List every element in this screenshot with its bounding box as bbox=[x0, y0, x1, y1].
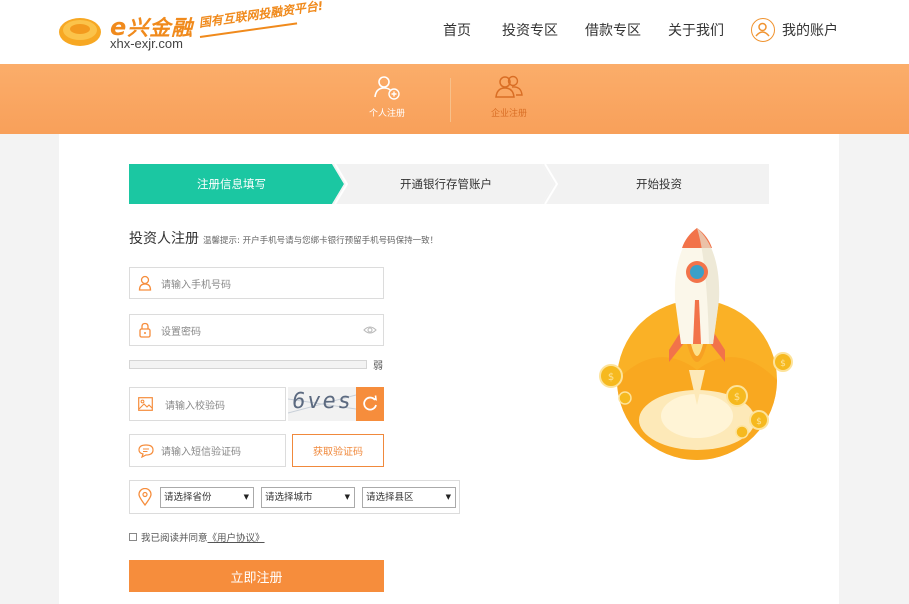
coin-icon bbox=[735, 425, 749, 439]
form-hint: 温馨提示: 开户手机号请与您绑卡银行预留手机号码保持一致！ bbox=[203, 236, 439, 246]
location-pin-icon bbox=[138, 488, 152, 506]
tab-divider bbox=[450, 78, 451, 122]
lock-icon bbox=[139, 322, 151, 338]
coin-icon: $ bbox=[773, 352, 793, 372]
coin-icon: $ bbox=[726, 385, 748, 407]
svg-text:$: $ bbox=[780, 359, 786, 369]
captcha-image-text: 6ves bbox=[290, 389, 355, 414]
province-select[interactable]: 请选择省份 ▼ bbox=[160, 487, 254, 508]
nav-item-borrow[interactable]: 借款专区 bbox=[585, 20, 641, 40]
dropdown-arrow-icon: ▼ bbox=[243, 493, 249, 501]
step-fill-info: 注册信息填写 bbox=[197, 177, 266, 191]
county-select-value: 请选择县区 bbox=[366, 492, 414, 503]
message-icon bbox=[138, 443, 154, 458]
add-user-icon bbox=[374, 76, 400, 100]
user-circle-icon[interactable] bbox=[751, 18, 775, 42]
tab-company-register[interactable]: 企业注册 bbox=[469, 74, 549, 119]
county-select[interactable]: 请选择县区 ▼ bbox=[362, 487, 456, 508]
group-users-icon bbox=[495, 75, 523, 98]
form-title: 投资人注册 温馨提示: 开户手机号请与您绑卡银行预留手机号码保持一致！ bbox=[129, 231, 439, 247]
dropdown-arrow-icon: ▼ bbox=[445, 493, 451, 501]
captcha-image[interactable]: 6ves bbox=[288, 387, 356, 421]
user-agreement-link[interactable]: 《用户协议》 bbox=[208, 530, 265, 544]
progress-steps: 注册信息填写 开通银行存管账户 开始投资 bbox=[129, 164, 769, 204]
coin-icon bbox=[618, 391, 632, 405]
register-submit-button[interactable]: 立即注册 bbox=[129, 560, 384, 592]
city-select[interactable]: 请选择城市 ▼ bbox=[261, 487, 355, 508]
province-select-value: 请选择省份 bbox=[164, 492, 212, 503]
registration-type-banner: 个人注册 企业注册 bbox=[0, 64, 909, 134]
eye-icon[interactable] bbox=[363, 325, 377, 335]
svg-text:$: $ bbox=[756, 417, 762, 427]
agreement-row: 我已阅读并同意 《用户协议》 bbox=[129, 530, 265, 544]
sms-code-field[interactable]: 请输入短信验证码 bbox=[129, 434, 286, 467]
region-selector: 请选择省份 ▼ 请选择城市 ▼ 请选择县区 ▼ bbox=[129, 480, 460, 514]
rocket-illustration: $ $ $ $ bbox=[599, 228, 793, 460]
password-strength-label: 弱 bbox=[373, 361, 383, 372]
city-select-value: 请选择城市 bbox=[265, 492, 313, 503]
coin-icon: $ bbox=[599, 364, 623, 388]
password-field[interactable]: 设置密码 bbox=[129, 314, 384, 346]
tab-label: 企业注册 bbox=[490, 109, 527, 119]
password-placeholder: 设置密码 bbox=[161, 326, 201, 338]
image-icon bbox=[138, 397, 153, 411]
main-nav: 首页 投资专区 借款专区 关于我们 我的账户 bbox=[0, 18, 909, 42]
nav-item-account[interactable]: 我的账户 bbox=[782, 20, 838, 40]
captcha-field[interactable]: 请输入校验码 bbox=[129, 387, 286, 421]
get-sms-code-button[interactable]: 获取验证码 bbox=[292, 434, 384, 467]
register-panel: 注册信息填写 开通银行存管账户 开始投资 投资人注册 温馨提示: 开户手机号请与您… bbox=[59, 134, 839, 604]
nav-item-invest[interactable]: 投资专区 bbox=[502, 20, 558, 40]
refresh-icon bbox=[363, 395, 377, 411]
sms-code-placeholder: 请输入短信验证码 bbox=[161, 447, 241, 458]
svg-text:$: $ bbox=[608, 372, 614, 383]
phone-placeholder: 请输入手机号码 bbox=[161, 279, 231, 291]
refresh-captcha-button[interactable] bbox=[356, 387, 384, 421]
svg-text:$: $ bbox=[734, 392, 740, 403]
nav-item-about[interactable]: 关于我们 bbox=[668, 20, 724, 40]
password-strength-bar bbox=[129, 360, 367, 369]
agree-text: 我已阅读并同意 bbox=[141, 533, 208, 544]
step-start-investing: 开始投资 bbox=[636, 177, 682, 191]
captcha-placeholder: 请输入校验码 bbox=[165, 400, 225, 412]
tab-label: 个人注册 bbox=[368, 109, 405, 119]
nav-item-home[interactable]: 首页 bbox=[443, 20, 471, 40]
step-open-bank-account: 开通银行存管账户 bbox=[400, 177, 492, 191]
coin-icon: $ bbox=[749, 410, 769, 430]
header: e兴金融 xhx-exjr.com 国有互联网投融资平台! 首页 投资专区 借款… bbox=[0, 0, 909, 64]
user-icon bbox=[138, 275, 152, 291]
phone-field[interactable]: 请输入手机号码 bbox=[129, 267, 384, 299]
dropdown-arrow-icon: ▼ bbox=[344, 493, 350, 501]
agree-checkbox[interactable] bbox=[129, 533, 137, 541]
tab-personal-register[interactable]: 个人注册 bbox=[347, 74, 427, 119]
